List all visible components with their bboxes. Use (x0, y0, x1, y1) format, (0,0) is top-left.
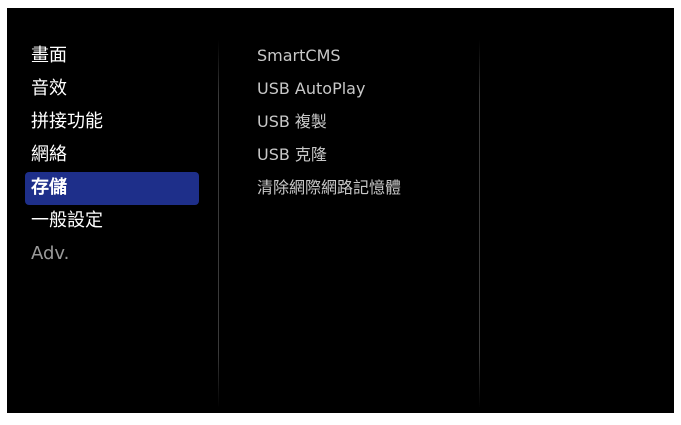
main-menu-item-sound[interactable]: 音效 (25, 73, 199, 106)
main-menu-item-picture[interactable]: 畫面 (25, 40, 199, 73)
main-menu-item-general-settings[interactable]: 一般設定 (25, 205, 199, 238)
main-menu-item-storage[interactable]: 存儲 (25, 172, 199, 205)
submenu-item-usb-clone[interactable]: USB 克隆 (257, 139, 467, 172)
submenu-item-usb-copy[interactable]: USB 複製 (257, 106, 467, 139)
submenu-item-usb-autoplay[interactable]: USB AutoPlay (257, 73, 467, 106)
submenu-item-smartcms[interactable]: SmartCMS (257, 40, 467, 73)
column-divider (218, 40, 219, 408)
main-menu-item-advanced[interactable]: Adv. (25, 238, 199, 271)
column-divider (479, 40, 480, 408)
main-menu-item-network[interactable]: 網絡 (25, 139, 199, 172)
osd-menu-panel: 畫面 音效 拼接功能 網絡 存儲 一般設定 Adv. SmartCMS USB … (7, 8, 674, 413)
main-menu: 畫面 音效 拼接功能 網絡 存儲 一般設定 Adv. (25, 40, 199, 271)
submenu-item-clear-internet-memory[interactable]: 清除網際網路記憶體 (257, 172, 467, 205)
submenu: SmartCMS USB AutoPlay USB 複製 USB 克隆 清除網際… (257, 40, 467, 205)
main-menu-item-tiling[interactable]: 拼接功能 (25, 106, 199, 139)
